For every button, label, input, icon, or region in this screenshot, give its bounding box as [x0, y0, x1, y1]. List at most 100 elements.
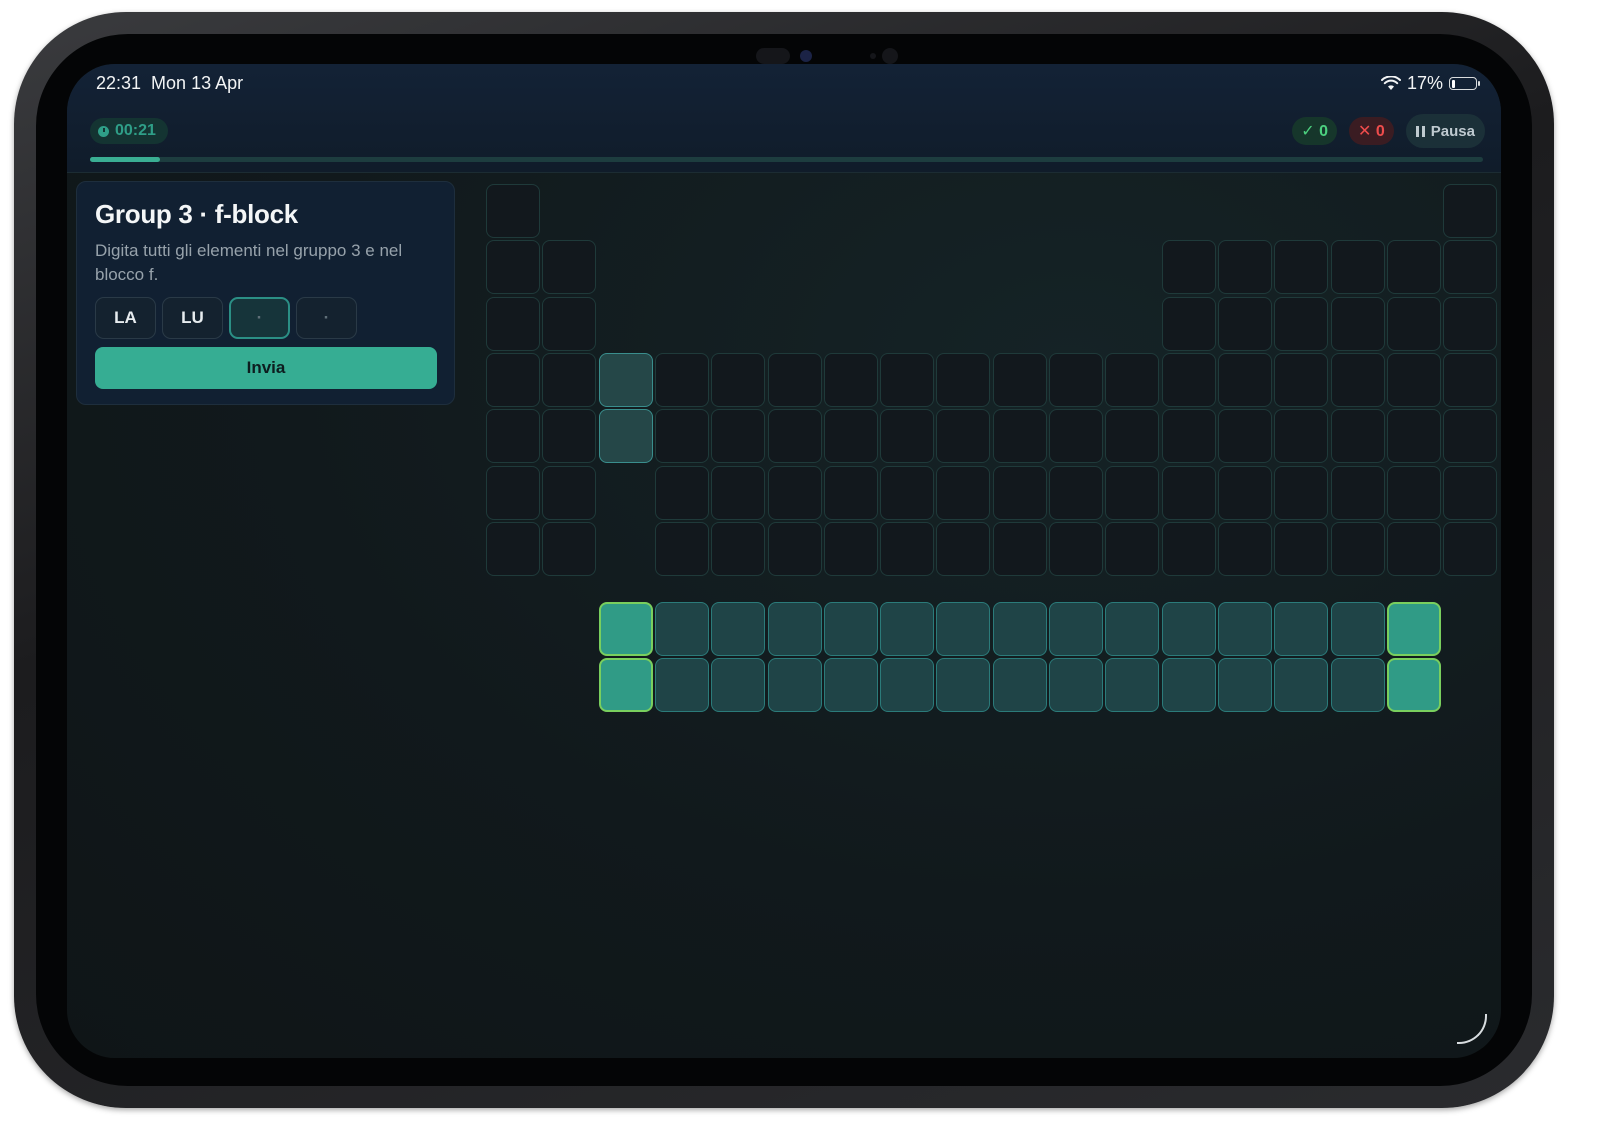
element-cell — [767, 409, 822, 464]
element-cell — [1274, 296, 1329, 351]
prompt-description: Digita tutti gli elementi nel gruppo 3 e… — [95, 241, 403, 284]
element-cell — [1274, 658, 1329, 713]
element-cell — [880, 409, 935, 464]
prompt-title: Group 3 · f-block — [95, 199, 298, 229]
element-cell — [1161, 352, 1216, 407]
quiz-progress-fill — [90, 157, 160, 162]
element-cell — [1049, 352, 1103, 407]
element-cell — [992, 409, 1047, 464]
element-cell — [1330, 409, 1385, 464]
element-cell — [711, 658, 766, 713]
element-cell — [654, 465, 709, 520]
element-cell — [1386, 409, 1441, 464]
element-cell — [1161, 409, 1216, 464]
element-cell — [711, 521, 766, 576]
element-cell — [823, 521, 878, 576]
element-cell — [1217, 352, 1272, 407]
element-cell — [1161, 658, 1216, 713]
element-cell — [598, 352, 653, 407]
element-cell — [992, 521, 1047, 576]
element-cell — [1217, 409, 1272, 464]
element-cell — [1274, 409, 1329, 464]
element-cell — [1217, 465, 1272, 520]
element-cell — [1274, 240, 1329, 295]
submit-button[interactable]: Invia — [95, 347, 437, 389]
element-cell — [1443, 465, 1498, 520]
clock-icon — [98, 125, 109, 137]
element-cell — [936, 465, 991, 520]
element-cell — [1049, 521, 1103, 576]
element-cell — [936, 409, 991, 464]
element-cell — [1386, 352, 1441, 407]
element-cell — [767, 521, 822, 576]
element-cell — [598, 658, 653, 713]
answer-chip[interactable]: LU — [162, 297, 223, 339]
corner-indicator — [1457, 1014, 1487, 1044]
element-cell — [486, 352, 540, 407]
pause-button[interactable]: Pausa — [1405, 114, 1485, 148]
element-cell — [486, 409, 540, 464]
pause-icon — [1415, 125, 1425, 137]
element-cell — [1161, 521, 1216, 576]
top-bar: 22:31 Mon 13 Apr 17% 00:21 ✓ 0 ✕ 0 Pausa — [67, 64, 1501, 173]
element-cell — [542, 409, 597, 464]
element-cell — [1049, 602, 1103, 657]
element-cell — [486, 521, 540, 576]
element-cell — [936, 658, 991, 713]
status-bar-right: 17% — [1380, 73, 1480, 94]
answer-chip[interactable]: LA — [95, 297, 156, 339]
element-cell — [486, 465, 540, 520]
prompt-card: Group 3 · f-block Digita tutti gli eleme… — [76, 181, 455, 405]
element-cell — [486, 240, 540, 295]
element-cell — [767, 352, 822, 407]
element-cell — [1386, 240, 1441, 295]
element-cell — [1330, 602, 1385, 657]
element-cell — [1386, 602, 1441, 657]
element-cell — [880, 465, 935, 520]
element-cell — [1217, 296, 1272, 351]
element-cell — [598, 409, 653, 464]
battery-percent: 17% — [1406, 73, 1443, 93]
answer-input-active[interactable]: · — [229, 297, 290, 339]
element-cell — [1105, 658, 1160, 713]
status-date: Mon 13 Apr — [151, 73, 244, 93]
element-cell — [1274, 521, 1329, 576]
element-cell — [1217, 658, 1272, 713]
element-cell — [880, 602, 935, 657]
element-cell — [880, 658, 935, 713]
answer-input-empty[interactable]: · — [296, 297, 357, 339]
timer-value: 00:21 — [115, 122, 156, 139]
element-cell — [1161, 240, 1216, 295]
element-cell — [486, 184, 540, 238]
element-cell — [1386, 521, 1441, 576]
element-cell — [542, 352, 597, 407]
element-cell — [936, 352, 991, 407]
element-cell — [1330, 465, 1385, 520]
element-cell — [542, 296, 597, 351]
element-cell — [1049, 465, 1103, 520]
element-cell — [1161, 602, 1216, 657]
element-cell — [1443, 296, 1498, 351]
element-cell — [1443, 184, 1498, 238]
element-cell — [1274, 602, 1329, 657]
element-cell — [1330, 352, 1385, 407]
element-cell — [654, 658, 709, 713]
element-cell — [1330, 521, 1385, 576]
element-cell — [1105, 465, 1160, 520]
element-cell — [767, 602, 822, 657]
element-cell — [1049, 658, 1103, 713]
element-cell — [1330, 296, 1385, 351]
element-cell — [880, 352, 935, 407]
element-cell — [654, 409, 709, 464]
element-cell — [1330, 658, 1385, 713]
element-cell — [1330, 240, 1385, 295]
status-bar-clock: 22:31 Mon 13 Apr — [96, 73, 243, 94]
element-cell — [542, 521, 597, 576]
element-cell — [767, 658, 822, 713]
element-cell — [823, 658, 878, 713]
element-cell — [542, 240, 597, 295]
element-cell — [992, 602, 1047, 657]
element-cell — [711, 602, 766, 657]
element-cell — [1105, 352, 1160, 407]
answer-chips: LA LU · · — [95, 297, 357, 339]
